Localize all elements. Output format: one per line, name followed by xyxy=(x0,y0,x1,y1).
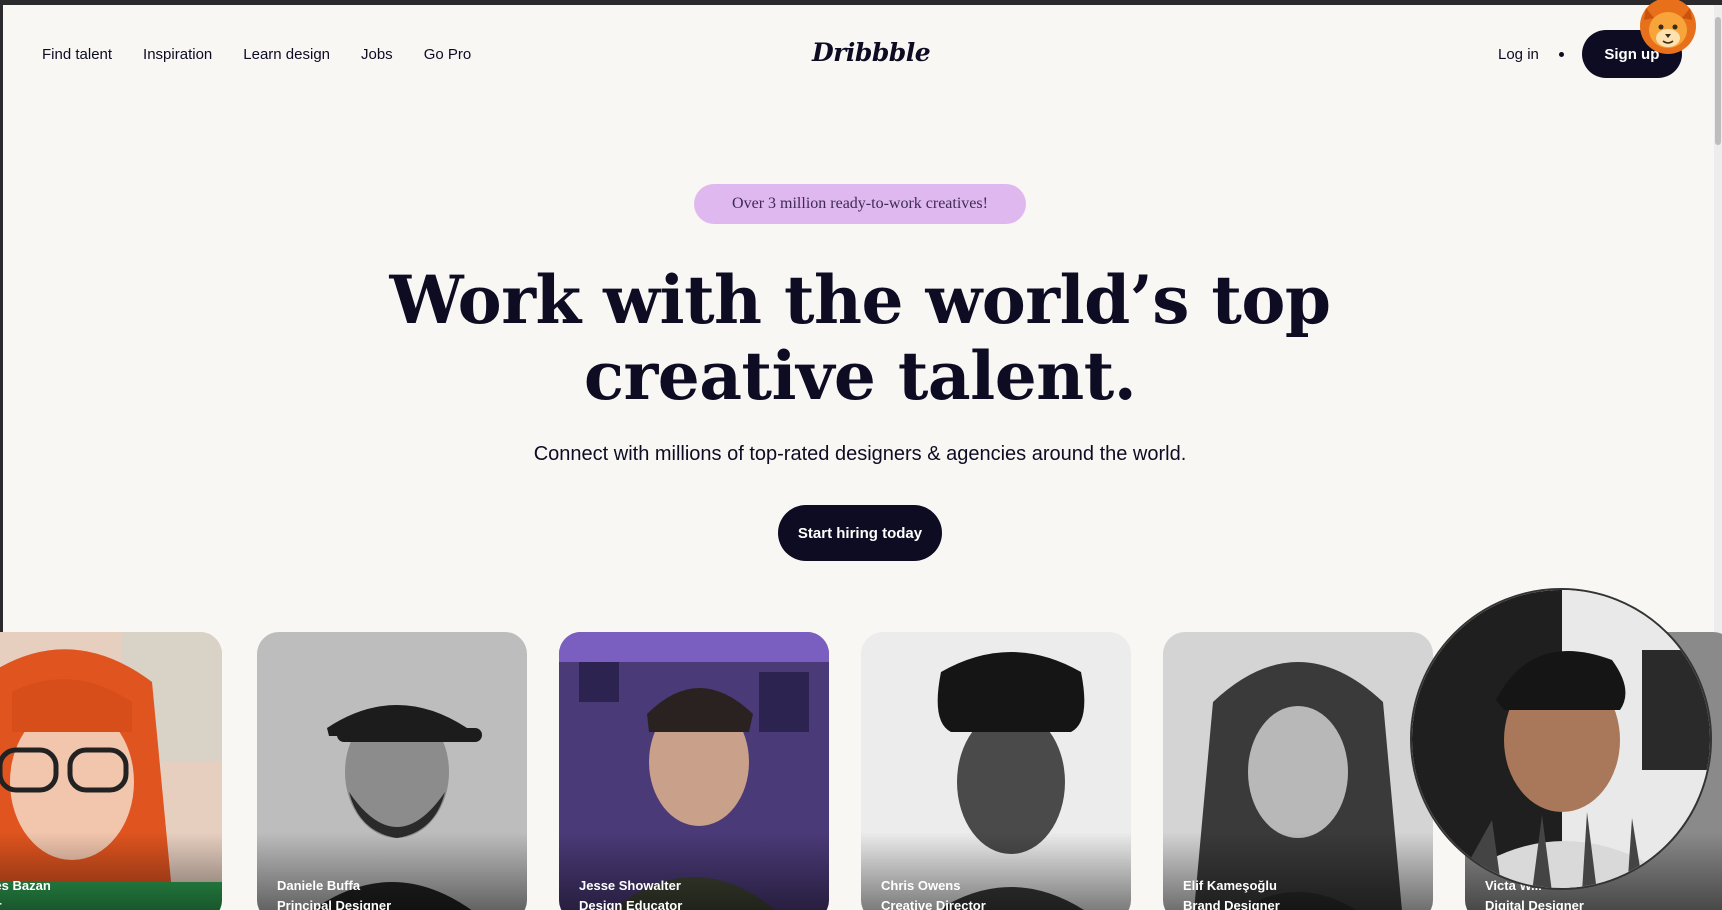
nav-link-find-talent[interactable]: Find talent xyxy=(42,46,112,63)
designer-card[interactable]: Elif Kameşoğlu Brand Designer xyxy=(1163,632,1433,910)
designer-role: Digital Designer xyxy=(1485,898,1584,910)
designer-role: Design Educator xyxy=(579,898,683,910)
separator-dot xyxy=(1558,51,1564,57)
designer-role: Creative Director xyxy=(881,898,986,910)
designer-role: rator xyxy=(0,898,2,910)
designer-card[interactable]: Chris Owens Creative Director xyxy=(861,632,1131,910)
designer-name: Elif Kameşoğlu xyxy=(1183,878,1277,893)
scrollbar-thumb[interactable] xyxy=(1715,17,1721,145)
webcam-overlay xyxy=(1410,588,1712,890)
presenter-video xyxy=(1412,590,1710,888)
nav-link-go-pro[interactable]: Go Pro xyxy=(424,46,472,63)
start-hiring-button[interactable]: Start hiring today xyxy=(778,505,942,561)
nav-link-inspiration[interactable]: Inspiration xyxy=(143,46,212,63)
nav-link-jobs[interactable]: Jobs xyxy=(361,46,393,63)
designer-card[interactable]: cedes Bazan rator xyxy=(0,632,222,910)
lion-icon[interactable] xyxy=(1632,0,1704,56)
primary-nav: Find talent Inspiration Learn design Job… xyxy=(42,22,471,86)
headline-line-1: Work with the world’s top xyxy=(389,261,1331,339)
designer-name: Chris Owens xyxy=(881,878,961,893)
login-link[interactable]: Log in xyxy=(1498,46,1539,63)
headline-line-2: creative talent. xyxy=(583,337,1137,415)
designer-role: Brand Designer xyxy=(1183,898,1280,910)
browser-top-strip xyxy=(0,0,1722,5)
dribbble-logo[interactable]: Dribbble xyxy=(812,36,931,70)
designer-role: Principal Designer xyxy=(277,898,392,910)
card-shade xyxy=(0,832,222,910)
designer-card[interactable]: Jesse Showalter Design Educator xyxy=(559,632,829,910)
designer-name: Jesse Showalter xyxy=(579,878,681,893)
hero-headline: Work with the world’s top creative talen… xyxy=(360,262,1360,414)
hero-badge: Over 3 million ready-to-work creatives! xyxy=(694,184,1026,224)
hero-subheading: Connect with millions of top-rated desig… xyxy=(533,443,1187,465)
top-navigation: Find talent Inspiration Learn design Job… xyxy=(0,22,1712,86)
nav-link-learn-design[interactable]: Learn design xyxy=(243,46,330,63)
designer-name: cedes Bazan xyxy=(0,878,51,893)
designer-card[interactable]: Daniele Buffa Principal Designer xyxy=(257,632,527,910)
designer-name: Daniele Buffa xyxy=(277,878,361,893)
